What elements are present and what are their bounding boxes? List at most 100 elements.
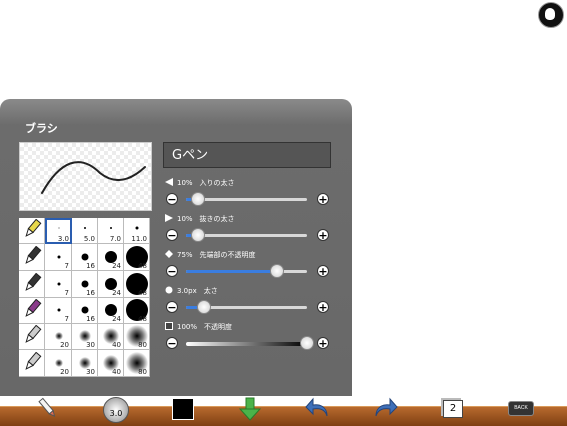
brush-tool-cell[interactable] xyxy=(19,244,45,271)
slider-knob[interactable] xyxy=(269,264,284,278)
slider-knob[interactable] xyxy=(191,192,206,206)
slider-fill xyxy=(186,270,277,273)
page-count: 2 xyxy=(449,403,457,414)
brush-size-cell[interactable]: 24 xyxy=(98,244,124,271)
increase-button[interactable]: + xyxy=(317,193,329,205)
brush-size-cell[interactable]: 7 xyxy=(45,271,72,298)
brush-name-field[interactable]: Gペン xyxy=(163,142,331,168)
brush-size-cell[interactable]: 30 xyxy=(72,350,98,377)
pen-nib-icon xyxy=(22,351,42,376)
pages-icon[interactable]: 2 xyxy=(443,400,463,418)
slider-label-text: 10% 抜きの太さ xyxy=(177,215,235,223)
brush-tool-cell[interactable] xyxy=(19,271,45,298)
slider-label-text: 3.0px 太さ xyxy=(177,287,218,295)
brush-size-icon[interactable]: 3.0 xyxy=(103,397,129,423)
increase-button[interactable]: + xyxy=(317,337,329,349)
back-button[interactable]: BACK xyxy=(508,401,534,416)
brush-dot xyxy=(81,306,89,314)
brush-size-label: 24 xyxy=(112,262,121,270)
brush-size-cell[interactable]: 7 xyxy=(45,298,72,324)
decrease-button[interactable]: − xyxy=(166,337,178,349)
brush-size-label: 7 xyxy=(64,262,69,270)
brush-size-cell[interactable]: 48 xyxy=(124,271,150,298)
brush-size-cell[interactable]: 7 xyxy=(45,244,72,271)
decrease-button[interactable]: − xyxy=(166,301,178,313)
brush-size-cell[interactable]: 80 xyxy=(124,324,150,350)
decrease-button[interactable]: − xyxy=(166,229,178,241)
brush-size-cell[interactable]: 24 xyxy=(98,298,124,324)
brush-size-label: 11.0 xyxy=(131,235,147,243)
stroke-preview xyxy=(19,142,152,211)
brush-size-label: 20 xyxy=(60,341,69,349)
brush-size-label: 30 xyxy=(86,341,95,349)
panel-title: ブラシ xyxy=(25,123,58,135)
slider-track[interactable] xyxy=(186,270,307,273)
brush-size-label: 7 xyxy=(64,289,69,297)
brush-size-label: 16 xyxy=(86,262,95,270)
undo-icon[interactable] xyxy=(305,396,331,424)
bottom-toolbar xyxy=(0,406,567,426)
slider-track[interactable] xyxy=(186,342,307,346)
brush-size-cell[interactable]: 48 xyxy=(124,244,150,271)
brush-dot xyxy=(105,250,117,263)
brush-size-cell[interactable]: 16 xyxy=(72,298,98,324)
brush-size-cell[interactable]: 24 xyxy=(98,271,124,298)
diamond-icon xyxy=(165,250,173,258)
brush-size-label: 24 xyxy=(112,289,121,297)
brush-size-cell[interactable]: 30 xyxy=(72,324,98,350)
slider-knob[interactable] xyxy=(197,300,212,314)
brush-size-cell[interactable]: 5.0 xyxy=(72,218,98,244)
pen-nib-icon xyxy=(22,324,42,349)
decrease-button[interactable]: − xyxy=(166,265,178,277)
pen-nib-icon xyxy=(22,298,42,323)
brush-size-cell[interactable]: 80 xyxy=(124,350,150,377)
brush-size-label: 48 xyxy=(138,262,147,270)
brush-dot xyxy=(57,255,60,258)
brush-dot xyxy=(105,277,117,290)
brush-size-cell[interactable]: 20 xyxy=(45,350,72,377)
brush-size-cell[interactable]: 16 xyxy=(72,271,98,298)
slider-label: 10% 入りの太さ xyxy=(165,178,235,188)
brush-tool-cell[interactable] xyxy=(19,298,45,324)
brush-size-cell[interactable]: 7.0 xyxy=(98,218,124,244)
brush-dot xyxy=(81,253,89,260)
brush-size-value: 3.0 xyxy=(109,409,123,418)
decrease-button[interactable]: − xyxy=(166,193,178,205)
brush-size-cell[interactable]: 16 xyxy=(72,244,98,271)
slider-label: 75% 先端部の不透明度 xyxy=(165,250,256,260)
brush-tool-cell[interactable] xyxy=(19,350,45,377)
slider-label-text: 75% 先端部の不透明度 xyxy=(177,251,256,259)
brush-dot xyxy=(58,227,59,229)
brush-size-cell[interactable]: 11.0 xyxy=(124,218,150,244)
triangle-right-icon xyxy=(165,214,173,222)
brush-size-cell[interactable]: 40 xyxy=(98,324,124,350)
pen-nib-icon xyxy=(22,218,42,243)
brush-dot xyxy=(79,356,91,369)
brush-size-label: 20 xyxy=(60,368,69,376)
brush-size-cell[interactable]: 20 xyxy=(45,324,72,350)
square-icon xyxy=(165,322,173,330)
slider-knob[interactable] xyxy=(191,228,206,242)
slider-knob[interactable] xyxy=(300,336,314,350)
brush-tool-cell[interactable] xyxy=(19,218,45,244)
brush-size-cell[interactable]: 48 xyxy=(124,298,150,324)
brush-size-cell[interactable]: 40 xyxy=(98,350,124,377)
brush-size-label: 5.0 xyxy=(83,235,95,243)
pen-nib-icon xyxy=(22,272,42,297)
increase-button[interactable]: + xyxy=(317,301,329,313)
slider-label-text: 100% 不透明度 xyxy=(177,323,233,331)
download-arrow-icon[interactable] xyxy=(238,396,262,426)
redo-icon[interactable] xyxy=(372,396,398,424)
brush-size-label: 3.0 xyxy=(57,235,69,243)
pen-nib-icon xyxy=(22,245,42,270)
brush-size-cell[interactable]: 3.0 xyxy=(45,218,72,244)
apple-logo-icon xyxy=(538,2,564,28)
color-swatch[interactable] xyxy=(172,398,194,420)
brush-tool-cell[interactable] xyxy=(19,324,45,350)
increase-button[interactable]: + xyxy=(317,229,329,241)
brush-dot xyxy=(110,227,112,229)
increase-button[interactable]: + xyxy=(317,265,329,277)
pen-tool-icon[interactable] xyxy=(35,396,59,424)
brush-dot xyxy=(57,282,60,285)
brush-dot xyxy=(54,332,63,340)
